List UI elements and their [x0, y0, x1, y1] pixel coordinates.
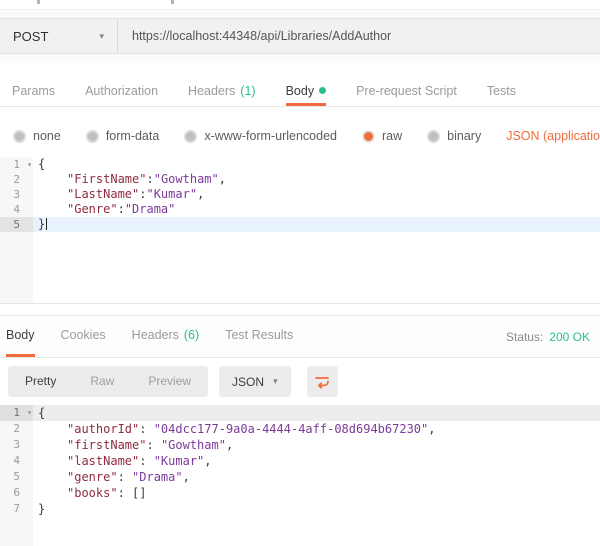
code-line: 2 "authorId": "04dcc177-9a0a-4444-4aff-0… — [13, 422, 436, 436]
format-select[interactable]: JSON ▾ — [219, 366, 291, 397]
tab-response-body[interactable]: Body — [6, 316, 35, 357]
raw-button[interactable]: Raw — [73, 366, 131, 397]
code-line: 4 "Genre":"Drama" — [13, 202, 176, 216]
radio-icon — [427, 129, 441, 143]
radio-x-www-form-urlencoded[interactable]: x-www-form-urlencoded — [184, 129, 337, 143]
method-label: POST — [13, 28, 49, 44]
status-area: Status: 200 OK — [506, 316, 600, 357]
radio-raw[interactable]: raw — [362, 129, 402, 143]
radio-binary[interactable]: binary — [427, 129, 481, 143]
response-tabs: Body Cookies Headers (6) Test Results St… — [0, 315, 600, 358]
response-headers-count-badge: (6) — [183, 328, 200, 342]
code-line: 3 "LastName":"Kumar", — [13, 187, 205, 201]
radio-icon — [13, 129, 26, 143]
tab-tests[interactable]: Tests — [487, 78, 516, 106]
code-line: 5 "genre": "Drama", — [13, 470, 190, 484]
view-mode-group: Pretty Raw Preview — [8, 366, 209, 397]
text-cursor — [46, 218, 48, 230]
code-line: 2 "FirstName":"Gowtham", — [13, 172, 226, 186]
radio-icon — [85, 129, 99, 143]
wrap-lines-button[interactable] — [306, 366, 338, 397]
tab-params[interactable]: Params — [12, 78, 55, 106]
code-line: 6 "books": [] — [13, 486, 147, 500]
response-body-editor[interactable]: 1 ▾ { 2 "authorId": "04dcc177-9a0a-4444-4… — [0, 405, 600, 546]
top-strip — [0, 0, 600, 10]
radio-none[interactable]: none — [13, 129, 61, 143]
chevron-down-icon: ▾ — [99, 30, 104, 41]
tab-headers[interactable]: Headers (1) — [188, 78, 256, 106]
url-input[interactable]: https://localhost:44348/api/Libraries/Ad… — [118, 19, 600, 53]
body-type-row: none form-data x-www-form-urlencoded raw… — [0, 116, 600, 156]
radio-icon — [184, 129, 198, 143]
request-tabs: Params Authorization Headers (1) Body Pr… — [0, 78, 600, 107]
preview-button[interactable]: Preview — [131, 366, 208, 397]
status-label: Status: — [505, 329, 544, 344]
tab-response-headers[interactable]: Headers (6) — [132, 316, 200, 357]
fold-arrow-icon[interactable]: ▾ — [27, 157, 32, 172]
code-line: 4 "lastName": "Kumar", — [13, 454, 212, 468]
tab-test-results[interactable]: Test Results — [225, 316, 293, 357]
code-line: 1 ▾ { — [13, 157, 46, 172]
tab-pre-request-script[interactable]: Pre-request Script — [356, 78, 457, 106]
radio-form-data[interactable]: form-data — [85, 129, 159, 143]
postman-window: POST ▾ https://localhost:44348/api/Libra… — [0, 0, 600, 546]
radio-selected-icon — [362, 129, 375, 143]
method-select[interactable]: POST ▾ — [0, 19, 118, 53]
chevron-down-icon: ▾ — [273, 376, 278, 386]
code-line-active: 1 ▾ { — [0, 405, 600, 421]
wrap-lines-icon — [315, 376, 329, 389]
pretty-button[interactable]: Pretty — [8, 366, 73, 397]
request-body-editor[interactable]: 1 ▾ { 2 "FirstName":"Gowtham", 3 "LastNam… — [0, 157, 600, 304]
headers-count-badge: (1) — [240, 83, 256, 98]
tab-authorization[interactable]: Authorization — [85, 78, 158, 106]
tab-cookies[interactable]: Cookies — [61, 316, 106, 357]
request-url-bar: POST ▾ https://localhost:44348/api/Libra… — [0, 18, 600, 54]
fold-arrow-icon[interactable]: ▾ — [27, 405, 32, 421]
content-type-select[interactable]: JSON (application/json — [506, 129, 600, 143]
body-filled-dot-icon — [319, 87, 327, 94]
code-line: 7 } — [13, 502, 46, 516]
response-toolbar: Pretty Raw Preview JSON ▾ — [0, 358, 600, 405]
code-line-active: 5 } — [0, 217, 600, 232]
status-badge: 200 OK — [549, 329, 590, 344]
url-text: https://localhost:44348/api/Libraries/Ad… — [132, 29, 392, 43]
tab-body[interactable]: Body — [285, 78, 327, 106]
code-line: 3 "firstName": "Gowtham", — [13, 438, 234, 452]
